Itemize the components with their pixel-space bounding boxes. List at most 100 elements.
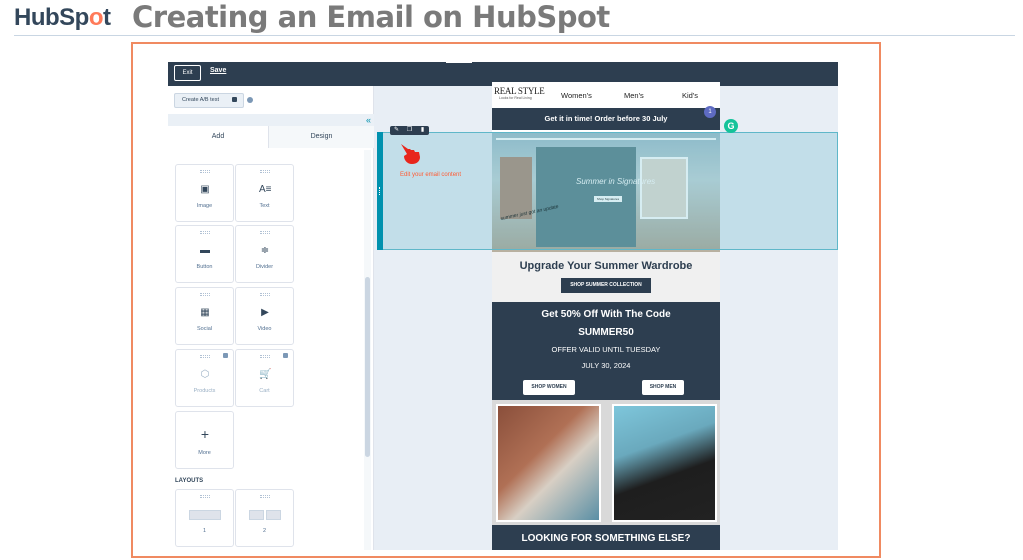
edit-icon[interactable]: ✎ <box>393 127 400 134</box>
shoe-image-right <box>612 404 717 522</box>
module-label: Social <box>197 326 212 332</box>
section-toolbar: ✎ ❐ ▮ <box>390 126 429 135</box>
sidebar-collapse-bar: « <box>168 114 374 126</box>
shoe-image-left <box>496 404 601 522</box>
save-button[interactable]: Save <box>210 67 226 74</box>
module-list: ▣ Image A≡ Text ▬ Button ≑ Divider ▦ Soc… <box>168 150 364 550</box>
module-social[interactable]: ▦ Social <box>175 287 234 345</box>
drag-handle-icon <box>200 355 210 358</box>
divider-icon: ≑ <box>260 245 270 256</box>
module-image[interactable]: ▣ Image <box>175 164 234 222</box>
module-label: Button <box>196 264 213 270</box>
header-divider <box>14 35 1015 36</box>
editor-topbar: Exit Save <box>168 62 374 86</box>
ab-test-label: Create A/B test <box>182 97 219 103</box>
sidebar-tabs: Add Design <box>168 126 374 148</box>
module-divider[interactable]: ≑ Divider <box>235 225 294 283</box>
upgrade-title: Upgrade Your Summer Wardrobe <box>519 260 693 272</box>
drag-handle-icon <box>200 495 210 498</box>
clone-icon[interactable]: ❐ <box>406 127 413 134</box>
module-label: Divider <box>255 264 274 270</box>
offer-valid: OFFER VALID UNTIL TUESDAY <box>551 345 661 354</box>
selected-section-overlay[interactable] <box>377 132 838 250</box>
shop-women-button[interactable]: SHOP WOMEN <box>523 380 575 395</box>
nav-womens[interactable]: Women's <box>561 91 592 100</box>
products-icon: ⬡ <box>200 369 210 380</box>
pointer-hand-icon <box>401 144 420 164</box>
nav-mens[interactable]: Men's <box>624 91 644 100</box>
drag-handle-icon <box>260 293 270 296</box>
lock-icon <box>283 353 288 358</box>
offer-headline: Get 50% Off With The Code <box>541 309 671 320</box>
email-editor: Exit Save Create A/B test « Add Design ▣… <box>168 62 838 550</box>
module-label: Products <box>193 388 216 394</box>
module-button[interactable]: ▬ Button <box>175 225 234 283</box>
layout-two-column[interactable]: 2 <box>235 489 294 547</box>
looking-banner[interactable]: LOOKING FOR SOMETHING ELSE? <box>492 525 720 550</box>
button-icon: ▬ <box>200 245 210 256</box>
nav-kids[interactable]: Kid's <box>682 91 698 100</box>
module-more[interactable]: + More <box>175 411 234 469</box>
grammarly-icon[interactable]: G <box>724 119 738 133</box>
layout-column <box>266 510 281 520</box>
editor-sidebar: Exit Save Create A/B test « Add Design ▣… <box>168 62 374 550</box>
layout-column <box>249 510 264 520</box>
module-label: Image <box>196 203 213 209</box>
delete-icon[interactable]: ▮ <box>419 127 426 134</box>
module-products[interactable]: ⬡ Products <box>175 349 234 407</box>
drag-handle-icon <box>260 495 270 498</box>
social-icon: ▦ <box>200 307 210 318</box>
brand-logo: REAL STYLE <box>494 86 545 96</box>
offer-date: JULY 30, 2024 <box>581 361 631 370</box>
scrollbar-thumb[interactable] <box>365 277 370 457</box>
slide-header: HubSpot Creating an Email on HubSpot <box>0 0 1023 36</box>
video-icon: ▶ <box>261 307 269 318</box>
image-icon: ▣ <box>200 184 210 195</box>
layout-label: 2 <box>262 528 267 534</box>
email-nav[interactable]: REAL STYLE Looks for Real Living Women's… <box>492 82 720 108</box>
offer-section[interactable]: Get 50% Off With The Code SUMMER50 OFFER… <box>492 302 720 400</box>
text-icon: A≡ <box>259 184 272 195</box>
upgrade-section[interactable]: Upgrade Your Summer Wardrobe SHOP SUMMER… <box>492 252 720 302</box>
drag-handle-icon <box>200 170 210 173</box>
module-video[interactable]: ▶ Video <box>235 287 294 345</box>
offer-code: SUMMER50 <box>578 327 634 338</box>
slide-title: Creating an Email on HubSpot <box>132 0 610 34</box>
shop-men-button[interactable]: SHOP MEN <box>642 380 684 395</box>
layout-column <box>189 510 221 520</box>
tab-design[interactable]: Design <box>269 126 374 148</box>
info-icon[interactable] <box>247 97 253 103</box>
module-label: Cart <box>259 388 270 394</box>
shoes-section[interactable] <box>492 400 720 525</box>
cart-icon: 🛒 <box>259 369 272 380</box>
drag-handle-icon <box>260 231 270 234</box>
lock-icon <box>232 97 237 102</box>
brand-tagline: Looks for Real Living <box>499 96 532 100</box>
drag-handle-icon <box>260 355 270 358</box>
layout-one-column[interactable]: 1 <box>175 489 234 547</box>
layouts-heading: LAYOUTS <box>175 478 204 484</box>
drag-handle-icon <box>200 293 210 296</box>
notification-badge[interactable]: 1 <box>704 106 716 118</box>
module-label: More <box>198 450 211 456</box>
drag-handle-icon <box>379 187 381 195</box>
create-ab-test-button[interactable]: Create A/B test <box>174 93 244 108</box>
module-text[interactable]: A≡ Text <box>235 164 294 222</box>
edit-content-hint: Edit your email content <box>400 172 462 178</box>
hubspot-logo: HubSpot <box>14 4 111 31</box>
module-label: Video <box>257 326 272 332</box>
page: HubSpot Creating an Email on HubSpot Exi… <box>0 0 1023 560</box>
drag-handle-icon <box>200 231 210 234</box>
drag-handle-icon <box>260 170 270 173</box>
module-label: Text <box>259 203 270 209</box>
email-canvas: REAL STYLE Looks for Real Living Women's… <box>374 62 838 550</box>
layout-label: 1 <box>202 528 207 534</box>
collapse-icon[interactable]: « <box>366 114 371 126</box>
canvas-topbar-mark <box>446 62 472 63</box>
module-cart[interactable]: 🛒 Cart <box>235 349 294 407</box>
promo-banner[interactable]: Get it in time! Order before 30 July <box>492 108 720 130</box>
tab-add[interactable]: Add <box>168 126 269 148</box>
lock-icon <box>223 353 228 358</box>
shop-summer-button[interactable]: SHOP SUMMER COLLECTION <box>561 278 651 293</box>
exit-button[interactable]: Exit <box>174 65 201 81</box>
